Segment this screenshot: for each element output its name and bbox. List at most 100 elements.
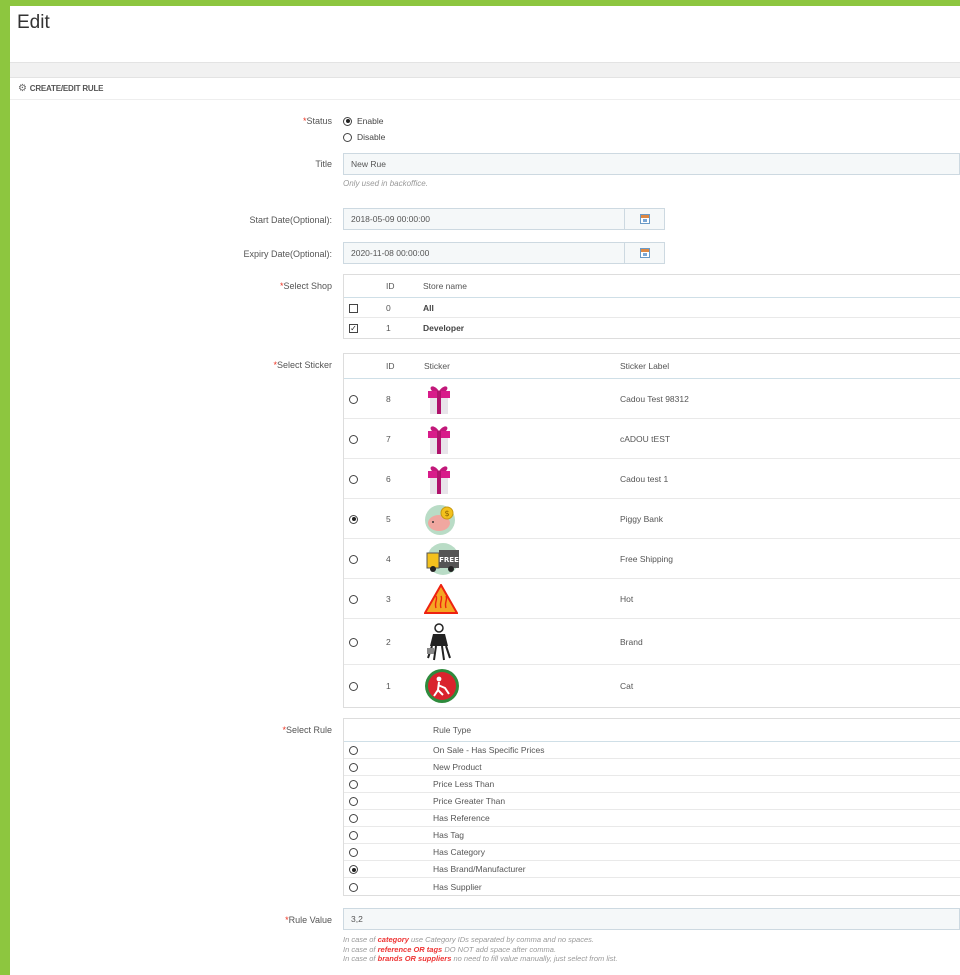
table-row[interactable]: Has Tag xyxy=(344,827,960,844)
rule-radio[interactable] xyxy=(349,882,358,892)
rule-table: Rule Type On Sale - Has Specific Prices … xyxy=(343,718,960,896)
title-input[interactable]: New Rue xyxy=(343,153,960,175)
status-disable-option[interactable]: Disable xyxy=(343,129,960,145)
gift-icon xyxy=(424,463,620,495)
sticker-table: ID Sticker Sticker Label 8 Cadou Test 98… xyxy=(343,353,960,708)
table-row[interactable]: 0 All xyxy=(344,298,960,318)
status-enable-label: Enable xyxy=(357,116,384,126)
sticker-id: 8 xyxy=(386,393,391,404)
title-label: Title xyxy=(315,159,332,169)
sticker-radio[interactable] xyxy=(349,434,358,444)
sticker-radio[interactable] xyxy=(349,637,358,647)
sticker-radio[interactable] xyxy=(349,594,358,604)
table-row[interactable]: 8 Cadou Test 98312 xyxy=(344,379,960,419)
start-date-calendar-button[interactable] xyxy=(625,208,665,230)
shop-id: 1 xyxy=(386,323,391,333)
rule-radio[interactable] xyxy=(349,746,358,756)
page: Edit ⚙ CREATE/EDIT RULE *Status Enable D… xyxy=(10,6,960,975)
status-enable-radio[interactable] xyxy=(343,116,352,126)
status-label: *Status xyxy=(302,116,332,126)
table-row[interactable]: Has Brand/Manufacturer xyxy=(344,861,960,878)
help-line: In case of category use Category IDs sep… xyxy=(343,935,594,944)
table-row[interactable]: Has Category xyxy=(344,844,960,861)
status-disable-radio[interactable] xyxy=(343,132,352,142)
sticker-radio[interactable] xyxy=(349,394,358,404)
table-row[interactable]: 4 FREE Free Shipping xyxy=(344,539,960,579)
sticker-id: 1 xyxy=(386,681,391,691)
expiry-date-calendar-button[interactable] xyxy=(625,242,665,264)
table-row[interactable]: New Product xyxy=(344,759,960,776)
calendar-icon xyxy=(639,214,650,224)
rule-type-label: Has Category xyxy=(433,847,485,857)
svg-text:FREE: FREE xyxy=(439,556,459,564)
sticker-label-text: Brand xyxy=(620,636,643,647)
rule-radio[interactable] xyxy=(349,831,358,841)
status-enable-option[interactable]: Enable xyxy=(343,113,960,129)
table-row[interactable]: Has Supplier xyxy=(344,878,960,895)
panel-heading: ⚙ CREATE/EDIT RULE xyxy=(10,78,960,100)
start-date-label: Start Date(Optional): xyxy=(249,215,332,225)
table-row[interactable]: 6 Cadou test 1 xyxy=(344,459,960,499)
rule-type-label: On Sale - Has Specific Prices xyxy=(433,745,545,755)
shop-table-header: ID Store name xyxy=(344,275,960,298)
rule-table-header: Rule Type xyxy=(344,719,960,742)
sticker-id: 5 xyxy=(386,513,391,524)
sticker-label-text: Cat xyxy=(620,681,634,691)
help-line: In case of brands OR suppliers no need t… xyxy=(343,954,618,963)
table-row[interactable]: Price Less Than xyxy=(344,776,960,793)
calendar-icon xyxy=(639,248,650,258)
sticker-radio[interactable] xyxy=(349,682,358,692)
table-row[interactable]: 2 Brand xyxy=(344,619,960,665)
rule-col-type: Rule Type xyxy=(433,725,472,735)
rule-radio[interactable] xyxy=(349,814,358,824)
rule-value-label: *Rule Value xyxy=(285,915,332,925)
table-row[interactable]: On Sale - Has Specific Prices xyxy=(344,742,960,759)
shop-id: 0 xyxy=(386,302,391,313)
rule-radio[interactable] xyxy=(349,763,358,773)
sticker-id: 3 xyxy=(386,593,391,604)
sticker-id: 7 xyxy=(386,433,391,444)
status-disable-label: Disable xyxy=(357,132,386,142)
rule-type-label: Price Less Than xyxy=(433,779,495,789)
sticker-label-text: Cadou test 1 xyxy=(620,473,669,484)
sticker-label-text: Cadou Test 98312 xyxy=(620,393,689,404)
shop-checkbox-all[interactable] xyxy=(349,303,358,313)
rule-radio[interactable] xyxy=(349,865,358,875)
table-row[interactable]: 1 Cat xyxy=(344,665,960,707)
sticker-radio[interactable] xyxy=(349,474,358,484)
expiry-date-input[interactable]: 2020-11-08 00:00:00 xyxy=(343,242,625,264)
sticker-radio[interactable] xyxy=(349,554,358,564)
rule-type-label: Has Tag xyxy=(433,830,465,840)
table-row[interactable]: Price Greater Than xyxy=(344,793,960,810)
sticker-col-sticker: Sticker xyxy=(424,361,450,371)
sticker-table-header: ID Sticker Sticker Label xyxy=(344,354,960,379)
table-row[interactable]: 7 cADOU tEST xyxy=(344,419,960,459)
sticker-label: *Select Sticker xyxy=(273,360,332,370)
cogs-icon: ⚙ xyxy=(18,83,27,94)
sticker-label-text: Piggy Bank xyxy=(620,513,663,524)
rule-value-input[interactable]: 3,2 xyxy=(343,908,960,930)
hot-warning-icon xyxy=(424,583,620,614)
table-row[interactable]: 5 $ Piggy Bank xyxy=(344,499,960,539)
expiry-date-label: Expiry Date(Optional): xyxy=(243,249,332,259)
gift-icon xyxy=(424,423,620,455)
shop-checkbox-developer[interactable]: ✓ xyxy=(349,324,358,334)
sticker-label-text: Hot xyxy=(620,593,634,604)
table-row[interactable]: ✓ 1 Developer xyxy=(344,318,960,338)
brand-figure-icon xyxy=(424,622,620,662)
svg-text:$: $ xyxy=(444,509,449,518)
shop-table: ID Store name 0 All ✓ 1 Developer xyxy=(343,274,960,339)
rule-type-label: New Product xyxy=(433,762,482,772)
rule-radio[interactable] xyxy=(349,797,358,807)
table-row[interactable]: Has Reference xyxy=(344,810,960,827)
rule-radio[interactable] xyxy=(349,780,358,790)
rule-radio[interactable] xyxy=(349,848,358,858)
shop-col-name: Store name xyxy=(423,281,467,291)
table-row[interactable]: 3 Hot xyxy=(344,579,960,619)
rule-value-help: In case of category use Category IDs sep… xyxy=(343,935,960,964)
sticker-radio[interactable] xyxy=(349,514,358,524)
sticker-label-text: Free Shipping xyxy=(620,553,673,564)
start-date-input[interactable]: 2018-05-09 00:00:00 xyxy=(343,208,625,230)
rule-type-label: Has Reference xyxy=(433,813,490,823)
gift-icon xyxy=(424,383,620,415)
